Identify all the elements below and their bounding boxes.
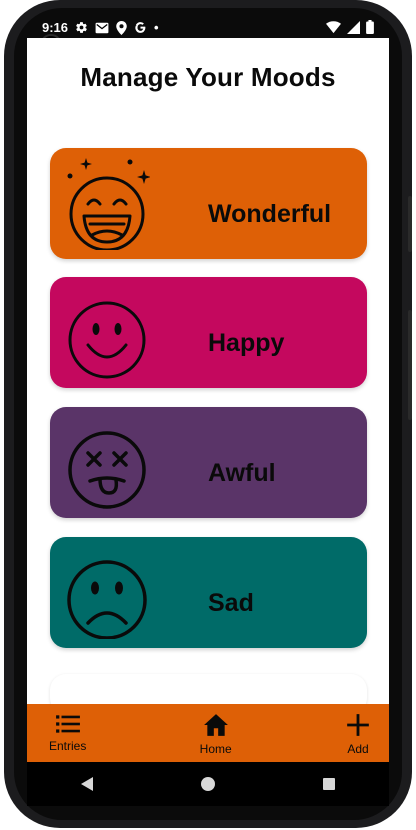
nav-entries-label: Entries [49, 739, 87, 753]
recents-square-icon[interactable] [322, 777, 336, 791]
dizzy-face-with-tongue-icon [68, 431, 146, 509]
mood-card-happy[interactable]: Happy [50, 277, 367, 388]
plus-icon [347, 714, 369, 736]
mood-label-awful: Awful [208, 459, 276, 487]
cellular-signal-icon [347, 20, 360, 34]
mood-label-sad: Sad [208, 589, 254, 617]
smiling-face-icon [68, 301, 146, 379]
mood-label-wonderful: Wonderful [208, 200, 332, 228]
mood-card-awful[interactable]: Awful [50, 407, 367, 518]
mood-card-wonderful[interactable]: Wonderful [50, 148, 367, 259]
mood-card-sad[interactable]: Sad [50, 537, 367, 648]
system-nav-bar [27, 762, 389, 806]
power-button [408, 310, 412, 420]
nav-home-label: Home [199, 742, 232, 756]
bottom-nav: Entries Home Add [27, 704, 389, 762]
app-screen: Manage Your Moods Wonderful Happy Awful … [27, 38, 389, 762]
grinning-face-with-sparkles-icon [67, 158, 150, 250]
status-bar: 9:16 • [14, 10, 394, 40]
mood-label-happy: Happy [208, 329, 285, 357]
status-time: 9:16 [42, 20, 69, 35]
home-icon [203, 714, 228, 736]
gmail-icon [95, 22, 109, 33]
list-icon [55, 715, 80, 733]
battery-icon [366, 20, 374, 34]
back-triangle-icon[interactable] [80, 776, 94, 792]
nav-home[interactable]: Home [200, 704, 232, 756]
location-pin-icon [116, 20, 127, 35]
page-title: Manage Your Moods [80, 62, 336, 92]
frowning-face-icon [67, 560, 147, 639]
nav-entries[interactable]: Entries [27, 704, 86, 753]
volume-button [408, 196, 412, 252]
settings-gear-icon [76, 22, 87, 33]
nav-add[interactable]: Add [345, 704, 389, 756]
nav-add-label: Add [347, 742, 369, 756]
status-dot: • [154, 20, 159, 35]
google-g-icon [135, 22, 146, 33]
wifi-icon [326, 20, 341, 33]
home-circle-icon[interactable] [200, 776, 216, 792]
